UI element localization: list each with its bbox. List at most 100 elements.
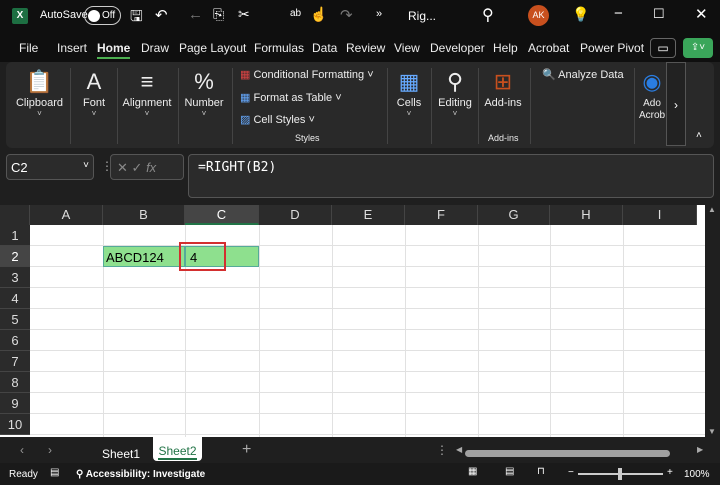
tab-review[interactable]: Review — [346, 41, 385, 55]
column-header-I[interactable]: I — [623, 205, 697, 225]
row-header-6[interactable]: 6 — [0, 330, 30, 351]
cell-B2[interactable]: ABCD124 — [103, 246, 185, 267]
insert-function-button[interactable]: fx — [146, 160, 156, 175]
conditional-formatting-icon: ▦ — [240, 69, 251, 81]
column-header-F[interactable]: F — [405, 205, 478, 225]
document-title[interactable]: Rig... — [408, 9, 436, 23]
tab-acrobat[interactable]: Acrobat — [528, 41, 569, 55]
back-icon[interactable]: ← — [188, 6, 203, 23]
add-ins-icon: ⊞ — [493, 69, 513, 94]
close-icon[interactable]: ✕ — [695, 5, 708, 23]
cut-icon[interactable]: ✂ — [238, 6, 250, 23]
search-icon[interactable]: ⚲ — [482, 5, 494, 25]
enter-icon[interactable]: ✓ — [132, 160, 143, 175]
row-header-3[interactable]: 3 — [0, 267, 30, 288]
tab-insert[interactable]: Insert — [57, 41, 87, 55]
format-table-icon: ▦ — [240, 92, 251, 104]
name-box[interactable]: C2 ˅ — [6, 154, 94, 180]
copy-icon[interactable]: ⎘ — [213, 6, 224, 23]
minimize-icon[interactable]: − — [614, 5, 623, 22]
tab-view[interactable]: View — [394, 41, 420, 55]
number-button[interactable]: % Number ˅ — [180, 67, 228, 118]
maximize-icon[interactable]: ☐ — [653, 6, 665, 22]
touch-mode-icon[interactable]: ☝ — [310, 6, 327, 23]
share-button[interactable]: ⇪˅ — [683, 38, 713, 58]
accessibility-button[interactable]: ⚲ Accessibility: Investigate — [76, 469, 205, 480]
row-header-1[interactable]: 1 — [0, 225, 30, 246]
status-ready: Ready — [9, 469, 38, 480]
row-header-2[interactable]: 2 — [0, 246, 30, 267]
row-header-8[interactable]: 8 — [0, 372, 30, 393]
select-all[interactable] — [0, 205, 30, 225]
column-header-E[interactable]: E — [332, 205, 405, 225]
column-header-H[interactable]: H — [550, 205, 623, 225]
page-layout-view-icon[interactable]: ▤ — [505, 466, 514, 477]
zoom-level[interactable]: 100% — [684, 469, 710, 480]
row-header-5[interactable]: 5 — [0, 309, 30, 330]
cancel-icon[interactable]: ✕ — [117, 160, 128, 175]
redo-icon[interactable]: ↷ — [340, 6, 353, 24]
page-break-view-icon[interactable]: ⊓ — [537, 466, 545, 477]
adobe-acrobat-button[interactable]: ◉ Ado Acrob — [638, 67, 666, 121]
tab-home[interactable]: Home — [97, 41, 131, 59]
tab-help[interactable]: Help — [493, 41, 518, 55]
tab-data[interactable]: Data — [312, 41, 337, 55]
undo-icon[interactable]: ↶ — [155, 6, 168, 24]
sheet-tab-sheet2[interactable]: Sheet2 — [153, 437, 202, 461]
cells-button[interactable]: ▦ Cells ˅ — [390, 67, 428, 118]
add-ins-button[interactable]: ⊞ Add-ins — [480, 67, 526, 109]
sheet-tab-sheet1[interactable]: Sheet1 — [102, 447, 140, 461]
column-header-G[interactable]: G — [478, 205, 550, 225]
row-header-7[interactable]: 7 — [0, 351, 30, 372]
analyze-data-icon: 🔍 — [542, 69, 556, 81]
vertical-scrollbar[interactable]: ▲ ▼ — [705, 205, 720, 437]
tab-page-layout[interactable]: Page Layout — [179, 41, 246, 55]
conditional-formatting-button[interactable]: ▦ Conditional Formatting ˅ — [240, 68, 374, 81]
more-icon[interactable]: » — [376, 8, 382, 20]
percent-icon: % — [194, 69, 214, 94]
formula-input[interactable]: =RIGHT(B2) — [188, 154, 714, 198]
zoom-slider[interactable] — [578, 468, 663, 480]
clipboard-icon: 📋 — [25, 69, 54, 94]
tab-developer[interactable]: Developer — [430, 41, 485, 55]
row-header-4[interactable]: 4 — [0, 288, 30, 309]
row-header-10[interactable]: 10 — [0, 414, 30, 435]
format-as-table-button[interactable]: ▦ Format as Table ˅ — [240, 91, 342, 104]
column-header-A[interactable]: A — [30, 205, 103, 225]
ribbon-tabs: File Insert Home Draw Page Layout Formul… — [0, 32, 720, 62]
acrobat-icon: ◉ — [642, 69, 662, 94]
column-header-B[interactable]: B — [103, 205, 185, 225]
analyze-data-button[interactable]: 🔍 Analyze Data — [542, 68, 624, 81]
font-button[interactable]: A Font ˅ — [74, 67, 114, 118]
collapse-ribbon-icon[interactable]: ˄ — [696, 130, 702, 141]
tab-power-pivot[interactable]: Power Pivot — [580, 41, 644, 55]
row-header-9[interactable]: 9 — [0, 393, 30, 414]
chevron-down-icon: ˅ — [83, 160, 89, 171]
formula-controls: ✕ ✓ fx — [110, 154, 184, 180]
lightbulb-icon[interactable]: 💡 — [572, 6, 589, 23]
save-icon[interactable]: 🖫 — [130, 6, 143, 31]
tab-draw[interactable]: Draw — [141, 41, 169, 55]
search-icon: ⚲ — [446, 69, 464, 94]
avatar[interactable]: AK — [528, 5, 549, 26]
column-header-C[interactable]: C — [185, 205, 259, 225]
macro-icon[interactable]: ▤ — [50, 467, 59, 478]
ribbon-scroll-right[interactable]: › — [666, 62, 686, 146]
editing-button[interactable]: ⚲ Editing ˅ — [434, 67, 476, 118]
prev-sheet-icon[interactable]: ‹ — [20, 443, 24, 457]
cell-styles-button[interactable]: ▨ Cell Styles ˅ — [240, 113, 315, 126]
add-sheet-icon[interactable]: + — [242, 441, 251, 459]
tab-formulas[interactable]: Formulas — [254, 41, 304, 55]
horizontal-scrollbar[interactable] — [465, 450, 670, 457]
next-sheet-icon[interactable]: › — [48, 443, 52, 457]
column-header-D[interactable]: D — [259, 205, 332, 225]
clipboard-button[interactable]: 📋 Clipboard ˅ — [12, 67, 67, 118]
normal-view-icon[interactable]: ▦ — [468, 466, 477, 477]
tab-file[interactable]: File — [19, 41, 38, 55]
status-bar: Ready ▤ ⚲ Accessibility: Investigate ▦ ▤… — [0, 463, 720, 485]
alignment-button[interactable]: ≡ Alignment ˅ — [119, 67, 175, 118]
comments-button[interactable]: ▭ — [650, 38, 676, 58]
autosave-toggle[interactable]: Off — [84, 6, 121, 25]
spreadsheet-grid[interactable]: A B C D E F G H I 1 2 3 4 5 6 7 8 9 10 ABCD124 4 — [0, 205, 705, 437]
spelling-icon[interactable]: ab — [290, 8, 301, 19]
